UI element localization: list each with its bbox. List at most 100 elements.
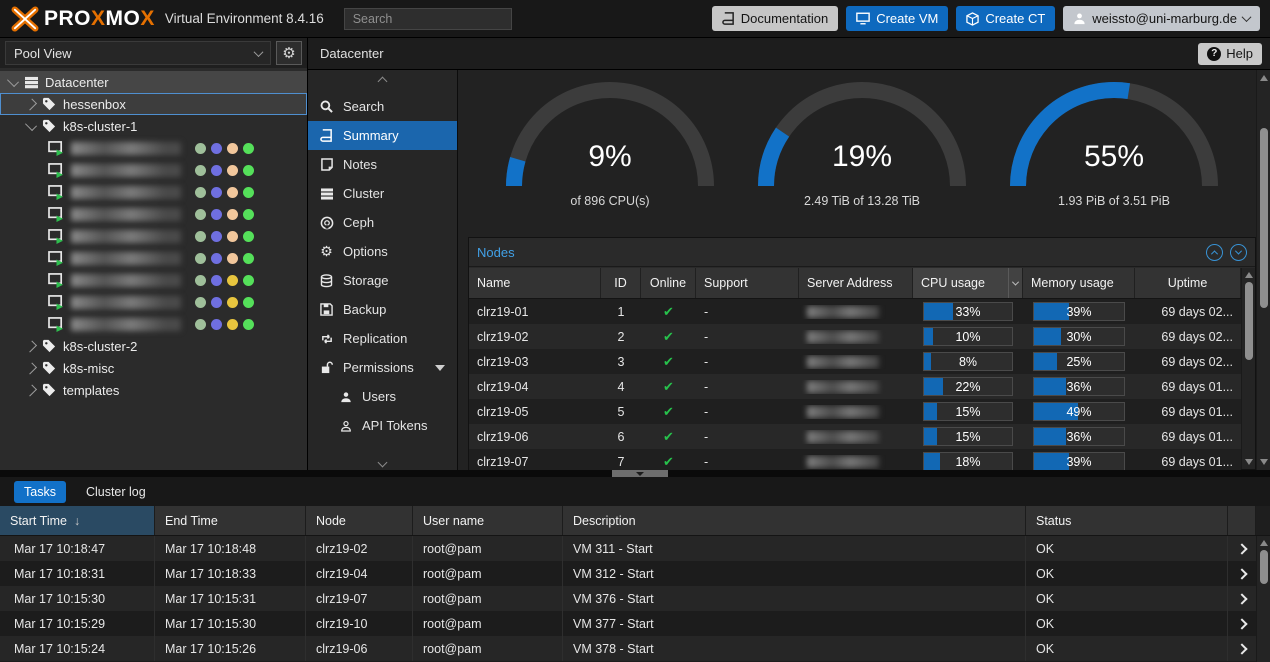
tree-item-templates[interactable]: templates [0,379,307,401]
chevron-up-icon [378,76,388,86]
node-row[interactable]: clrz19-03 3 ✔ - 8% 25% 69 days 02... [469,349,1241,374]
documentation-button[interactable]: Documentation [712,6,838,31]
tree-item-vm[interactable] [0,313,307,335]
content-scrollbar[interactable] [1256,70,1270,470]
online-check-icon: ✔ [663,329,674,344]
replication-icon [319,333,334,345]
node-name: clrz19-02 [469,330,601,344]
node-row[interactable]: clrz19-04 4 ✔ - 22% 36% 69 days 01... [469,374,1241,399]
chevron-right-icon[interactable] [1236,618,1247,629]
collapse-icon[interactable] [435,365,445,371]
tree-item-vm[interactable] [0,137,307,159]
scroll-up-arrow[interactable] [1260,75,1268,81]
scroll-down-arrow[interactable] [1245,459,1253,465]
tree-item-vm[interactable] [0,269,307,291]
tree-item-vm[interactable] [0,159,307,181]
node-row[interactable]: clrz19-06 6 ✔ - 15% 36% 69 days 01... [469,424,1241,449]
help-button[interactable]: ? Help [1198,43,1262,65]
caret-expanded-icon[interactable] [25,119,37,131]
tree-item-datacenter[interactable]: Datacenter [0,71,307,93]
col-header-node[interactable]: Node [306,506,413,535]
node-uptime: 69 days 01... [1135,405,1241,419]
task-row[interactable]: Mar 17 10:18:47 Mar 17 10:18:48 clrz19-0… [0,536,1270,561]
col-header-start-time[interactable]: Start Time↓ [0,506,155,535]
chevron-right-icon[interactable] [1236,593,1247,604]
caret-collapsed-icon[interactable] [25,362,37,374]
memory-usage-bar: 49% [1033,402,1125,421]
proxmox-x-icon [10,6,40,32]
col-header-status[interactable]: Status [1026,506,1228,535]
collapse-down-button[interactable] [1230,244,1247,261]
col-header-cpu-usage[interactable]: CPU usage [913,268,1023,298]
tree-item-vm[interactable] [0,181,307,203]
nav-item-notes[interactable]: Notes [308,150,457,179]
collapse-up-button[interactable] [1206,244,1223,261]
col-header-support[interactable]: Support [696,268,799,298]
node-row[interactable]: clrz19-02 2 ✔ - 10% 30% 69 days 02... [469,324,1241,349]
node-row[interactable]: clrz19-05 5 ✔ - 15% 49% 69 days 01... [469,399,1241,424]
tree-item-k8s-misc[interactable]: k8s-misc [0,357,307,379]
chevron-right-icon[interactable] [1236,568,1247,579]
tree-item-vm[interactable] [0,225,307,247]
scrollbar-thumb[interactable] [1245,282,1253,360]
tree-item-vm[interactable] [0,291,307,313]
global-search-input[interactable] [344,8,512,30]
col-header-end-time[interactable]: End Time [155,506,306,535]
nav-item-cluster[interactable]: Cluster [308,179,457,208]
nav-scroll-down[interactable] [308,459,457,466]
tasks-scrollbar[interactable] [1256,536,1270,662]
col-header-server-address[interactable]: Server Address [799,268,913,298]
col-header-uptime[interactable]: Uptime [1135,268,1241,298]
task-row[interactable]: Mar 17 10:15:30 Mar 17 10:15:31 clrz19-0… [0,586,1270,611]
tree-item-k8s-cluster-1[interactable]: k8s-cluster-1 [0,115,307,137]
caret-collapsed-icon[interactable] [25,384,37,396]
panel-splitter[interactable] [0,470,1270,477]
nav-item-summary[interactable]: Summary [308,121,457,150]
nav-item-permissions[interactable]: Permissions [308,353,457,382]
tab-cluster-log[interactable]: Cluster log [76,481,156,503]
nav-scroll-up[interactable] [308,70,457,92]
chevron-right-icon[interactable] [1236,643,1247,654]
col-header-user-name[interactable]: User name [413,506,563,535]
nav-item-ceph[interactable]: Ceph [308,208,457,237]
nav-item-replication[interactable]: Replication [308,324,457,353]
scroll-up-arrow[interactable] [1245,272,1253,278]
tree-settings-button[interactable]: ⚙ [276,41,302,65]
scrollbar-thumb[interactable] [1260,128,1268,308]
col-header-id[interactable]: ID [601,268,641,298]
scroll-down-arrow[interactable] [1260,459,1268,465]
tree-item-vm[interactable] [0,203,307,225]
nav-item-api-tokens[interactable]: API Tokens [308,411,457,440]
nodes-scrollbar[interactable] [1241,268,1255,469]
create-ct-button[interactable]: Create CT [956,6,1055,31]
column-menu-button[interactable] [1008,268,1022,298]
col-header-online[interactable]: Online [641,268,696,298]
tree-item-k8s-cluster-2[interactable]: k8s-cluster-2 [0,335,307,357]
view-mode-select[interactable]: Pool View [5,41,271,65]
nav-item-options[interactable]: ⚙ Options [308,237,457,266]
tree-item-hessenbox[interactable]: hessenbox [0,93,307,115]
caret-collapsed-icon[interactable] [25,340,37,352]
task-row[interactable]: Mar 17 10:15:24 Mar 17 10:15:26 clrz19-0… [0,636,1270,661]
splitter-collapse-handle[interactable] [612,470,668,477]
create-vm-button[interactable]: Create VM [846,6,948,31]
scrollbar-thumb[interactable] [1260,550,1268,584]
nav-item-search[interactable]: Search [308,92,457,121]
task-user: root@pam [413,561,563,586]
task-row[interactable]: Mar 17 10:18:31 Mar 17 10:18:33 clrz19-0… [0,561,1270,586]
nav-item-storage[interactable]: Storage [308,266,457,295]
task-row[interactable]: Mar 17 10:15:29 Mar 17 10:15:30 clrz19-1… [0,611,1270,636]
scroll-up-arrow[interactable] [1260,540,1268,546]
tree-item-vm[interactable] [0,247,307,269]
tab-tasks[interactable]: Tasks [14,481,66,503]
col-header-description[interactable]: Description [563,506,1026,535]
chevron-right-icon[interactable] [1236,543,1247,554]
nav-item-backup[interactable]: Backup [308,295,457,324]
caret-expanded-icon[interactable] [7,75,19,87]
col-header-memory-usage[interactable]: Memory usage [1023,268,1135,298]
node-row[interactable]: clrz19-01 1 ✔ - 33% 39% 69 days 02... [469,299,1241,324]
col-header-name[interactable]: Name [469,268,601,298]
nav-item-users[interactable]: Users [308,382,457,411]
user-menu-button[interactable]: weissto@uni-marburg.de [1063,6,1260,31]
caret-collapsed-icon[interactable] [25,98,37,110]
